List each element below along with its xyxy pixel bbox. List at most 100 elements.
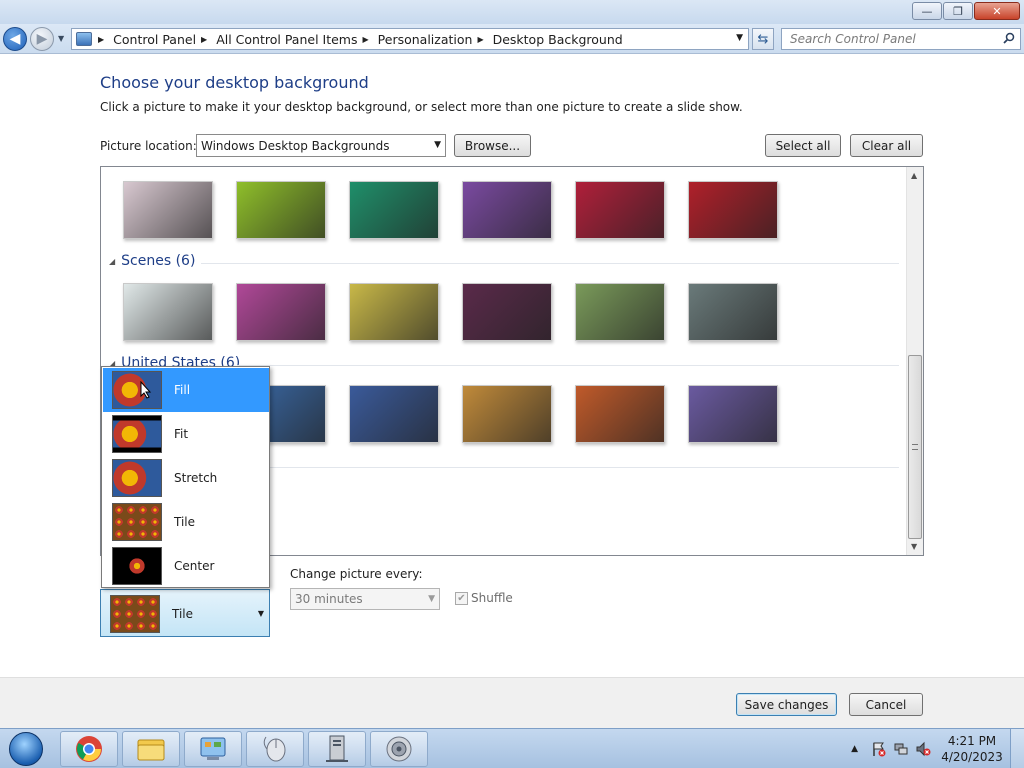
chevron-down-icon[interactable]: ▼ (736, 33, 743, 43)
clock-time: 4:21 PM (947, 733, 997, 748)
cancel-button[interactable]: Cancel (849, 693, 923, 716)
close-button[interactable]: ✕ (974, 2, 1020, 20)
volume-muted-icon[interactable] (915, 741, 931, 757)
wallpaper-thumbnail[interactable] (349, 283, 439, 341)
chevron-right-icon[interactable]: ▶ (363, 35, 369, 44)
stretch-preview-icon (112, 459, 162, 497)
chevron-right-icon[interactable]: ▶ (201, 35, 207, 44)
system-tray: ▲ 4:21 PM 4/20/2023 (851, 729, 1024, 768)
wallpaper-thumbnail[interactable] (236, 181, 326, 239)
wallpaper-thumbnail[interactable] (349, 385, 439, 443)
shuffle-checkbox[interactable]: ✔ (455, 592, 468, 605)
select-all-button[interactable]: Select all (765, 134, 841, 157)
option-label: Stretch (174, 471, 218, 485)
option-label: Center (174, 559, 215, 573)
collapse-icon[interactable]: ◢ (109, 257, 115, 266)
breadcrumb-desktop-background[interactable]: Desktop Background (493, 32, 623, 47)
network-icon[interactable] (893, 741, 909, 757)
scrollbar-thumb[interactable] (908, 355, 922, 539)
wallpaper-thumbnail[interactable] (462, 181, 552, 239)
forward-button[interactable]: ▶ (30, 27, 54, 51)
breadcrumb-all-items[interactable]: All Control Panel Items (216, 32, 357, 47)
vertical-scrollbar[interactable]: ▲ ▼ (906, 167, 923, 555)
option-label: Tile (174, 515, 196, 529)
action-center-flag-icon[interactable] (871, 741, 887, 757)
position-option-fill[interactable]: Fill (103, 368, 269, 412)
wallpaper-thumbnail[interactable] (236, 283, 326, 341)
tile-preview-icon (112, 503, 162, 541)
taskbar-sound[interactable] (370, 731, 428, 767)
option-label: Fit (174, 427, 189, 441)
wallpaper-thumbnail[interactable] (688, 385, 778, 443)
wallpaper-thumbnail[interactable] (575, 385, 665, 443)
picture-position-list[interactable]: Fill Fit Stretch Tile Center (101, 366, 270, 588)
navigation-bar: ◀ ▶ ▼ ▶ Control Panel ▶ All Control Pane… (0, 24, 1024, 54)
title-bar: — ❐ ✕ (0, 0, 1024, 24)
taskbar-explorer[interactable] (122, 731, 180, 767)
clock[interactable]: 4:21 PM 4/20/2023 (934, 733, 1010, 765)
taskbar-chrome[interactable] (60, 731, 118, 767)
wallpaper-thumbnail[interactable] (575, 283, 665, 341)
shuffle-label: Shuffle (471, 591, 513, 605)
scroll-down-icon[interactable]: ▼ (911, 542, 917, 551)
interval-dropdown[interactable]: 30 minutes ▼ (290, 588, 440, 610)
grip-icon (912, 444, 918, 450)
computer-tower-icon (326, 735, 348, 762)
change-picture-label: Change picture every: (290, 567, 423, 581)
position-option-center[interactable]: Center (103, 544, 269, 588)
breadcrumb-personalization[interactable]: Personalization (378, 32, 473, 47)
wallpaper-thumbnail[interactable] (462, 283, 552, 341)
chevron-right-icon[interactable]: ▶ (477, 35, 483, 44)
recent-pages-dropdown[interactable]: ▼ (58, 34, 64, 43)
picture-location-label: Picture location: (100, 139, 197, 153)
wallpaper-thumbnail[interactable] (349, 181, 439, 239)
taskbar: ▲ 4:21 PM 4/20/2023 (0, 728, 1024, 768)
option-label: Fill (174, 383, 191, 397)
maximize-button[interactable]: ❐ (943, 2, 973, 20)
clock-date: 4/20/2023 (941, 749, 1003, 764)
search-input[interactable] (782, 29, 992, 49)
start-button[interactable] (2, 730, 50, 768)
picture-position-dropdown[interactable]: Tile ▼ (100, 589, 270, 637)
save-changes-button[interactable]: Save changes (736, 693, 837, 716)
position-option-fit[interactable]: Fit (103, 412, 269, 456)
windows-logo-icon (9, 732, 43, 766)
position-option-stretch[interactable]: Stretch (103, 456, 269, 500)
browse-button[interactable]: Browse... (454, 134, 531, 157)
address-bar[interactable]: ▶ Control Panel ▶ All Control Panel Item… (71, 28, 749, 50)
center-preview-icon (112, 547, 162, 585)
group-header-scenes[interactable]: ◢ Scenes (6) (109, 253, 195, 269)
control-panel-icon (200, 737, 226, 760)
show-hidden-icons-icon[interactable]: ▲ (851, 744, 858, 754)
taskbar-mouse[interactable] (246, 731, 304, 767)
chrome-icon (76, 736, 102, 762)
search-icon[interactable] (1003, 32, 1015, 44)
wallpaper-thumbnail[interactable] (123, 181, 213, 239)
show-desktop-button[interactable] (1010, 729, 1024, 768)
chevron-down-icon: ▼ (428, 594, 435, 604)
minimize-button[interactable]: — (912, 2, 942, 20)
folder-icon (137, 739, 165, 761)
group-title: Scenes (6) (121, 253, 196, 269)
clear-all-button[interactable]: Clear all (850, 134, 923, 157)
picture-location-dropdown[interactable]: Windows Desktop Backgrounds ▼ (196, 134, 446, 157)
chevron-right-icon[interactable]: ▶ (98, 35, 104, 44)
wallpaper-thumbnail[interactable] (575, 181, 665, 239)
position-option-tile[interactable]: Tile (103, 500, 269, 544)
back-button[interactable]: ◀ (3, 27, 27, 51)
wallpaper-thumbnail[interactable] (123, 283, 213, 341)
wallpaper-thumbnail[interactable] (688, 181, 778, 239)
dialog-footer: Save changes Cancel (0, 677, 1024, 728)
scroll-up-icon[interactable]: ▲ (911, 171, 917, 180)
wallpaper-thumbnail[interactable] (462, 385, 552, 443)
breadcrumb-control-panel[interactable]: Control Panel (113, 32, 196, 47)
tile-preview-icon (110, 595, 160, 633)
taskbar-computer[interactable] (308, 731, 366, 767)
taskbar-control-panel[interactable] (184, 731, 242, 767)
group-divider (201, 263, 899, 264)
group-divider (237, 365, 899, 366)
wallpaper-thumbnail[interactable] (688, 283, 778, 341)
search-box[interactable] (781, 28, 1021, 50)
chevron-down-icon: ▼ (257, 609, 264, 618)
refresh-button[interactable]: ⇆ (752, 28, 774, 50)
